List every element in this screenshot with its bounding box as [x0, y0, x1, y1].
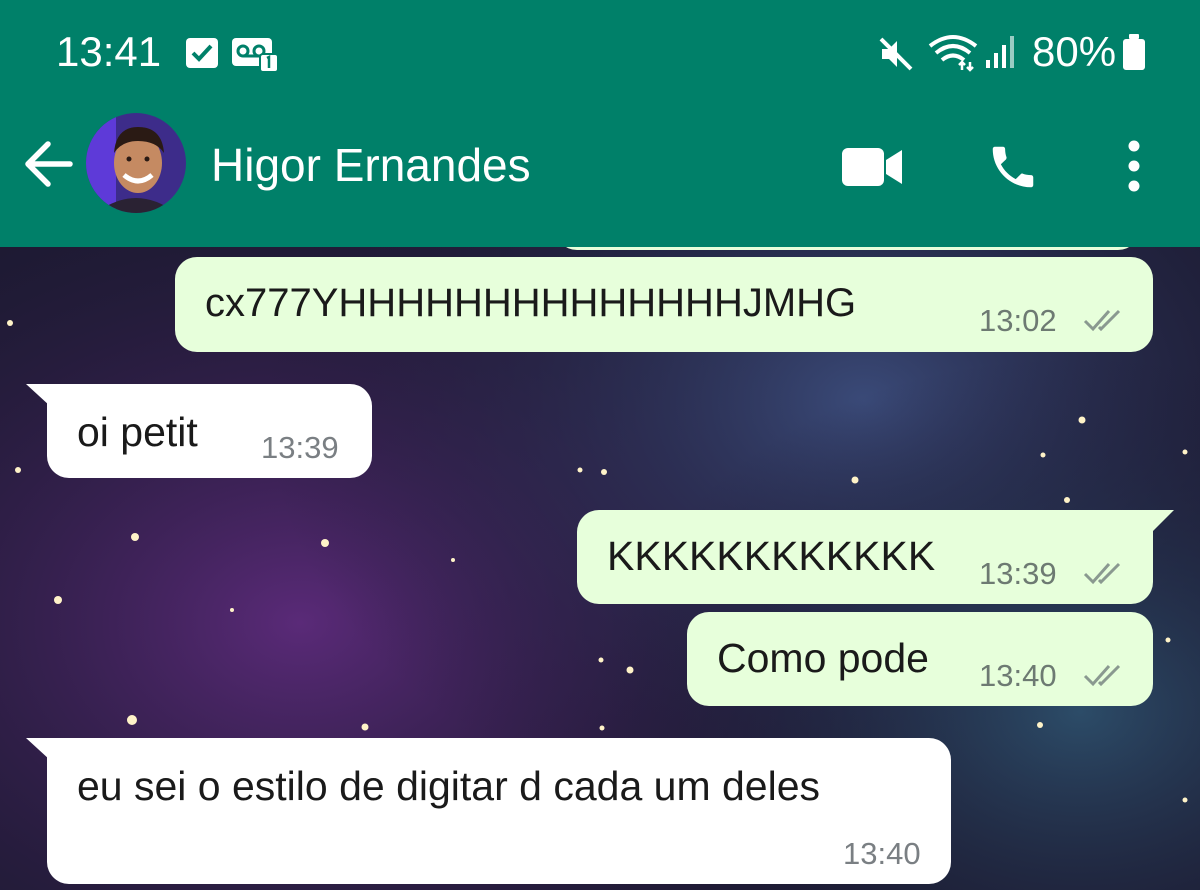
message-text: Como pode [717, 635, 929, 681]
message-time: 13:40 [979, 658, 1057, 693]
message-bubble[interactable]: oi petit 13:39 [47, 384, 372, 478]
message-bubble[interactable]: cx777YHHHHHHHHHHHHHHJMHG 13:02 [175, 257, 1153, 352]
status-time: 13:41 [56, 28, 162, 75]
read-receipt-icon [1083, 664, 1121, 687]
message-time: 13:40 [843, 836, 921, 871]
message-bubble[interactable]: Como pode 13:40 [687, 612, 1153, 706]
message-bubble[interactable]: KKKKKKKKKKKK 13:39 [577, 510, 1153, 604]
voicemail-notification-icon [232, 38, 278, 72]
wifi-icon [928, 35, 978, 72]
chat-header: 13:41 80% Higor Ernandes [0, 0, 1200, 247]
read-receipt-icon [1083, 562, 1121, 585]
message-text: eu sei o estilo de digitar d cada um del… [77, 763, 821, 809]
message-time: 13:39 [979, 556, 1057, 591]
message-time: 13:02 [979, 303, 1057, 338]
back-arrow-icon[interactable] [18, 132, 78, 196]
message-bubble[interactable]: eu sei o estilo de digitar d cada um del… [47, 738, 951, 884]
contact-name[interactable]: Higor Ernandes [211, 138, 531, 192]
message-time: 13:39 [261, 430, 339, 465]
avatar[interactable] [86, 113, 186, 213]
battery-icon [1123, 34, 1145, 70]
bubble-tail [1152, 510, 1174, 532]
task-check-icon [186, 38, 218, 68]
battery-percentage: 80% [1032, 28, 1117, 75]
video-call-icon[interactable] [842, 146, 904, 188]
signal-icon [986, 36, 1014, 68]
phone-icon[interactable] [986, 140, 1040, 194]
more-vert-icon[interactable] [1122, 140, 1146, 192]
read-receipt-icon [1083, 309, 1121, 332]
message-text: cx777YHHHHHHHHHHHHHHJMHG [205, 281, 857, 325]
message-text: KKKKKKKKKKKK [607, 533, 936, 579]
mute-icon [879, 37, 913, 71]
chat-screen: 13:41 80% Higor Ernandes cx777YHHHHHHHHH… [0, 0, 1200, 890]
message-text: oi petit [77, 409, 198, 455]
